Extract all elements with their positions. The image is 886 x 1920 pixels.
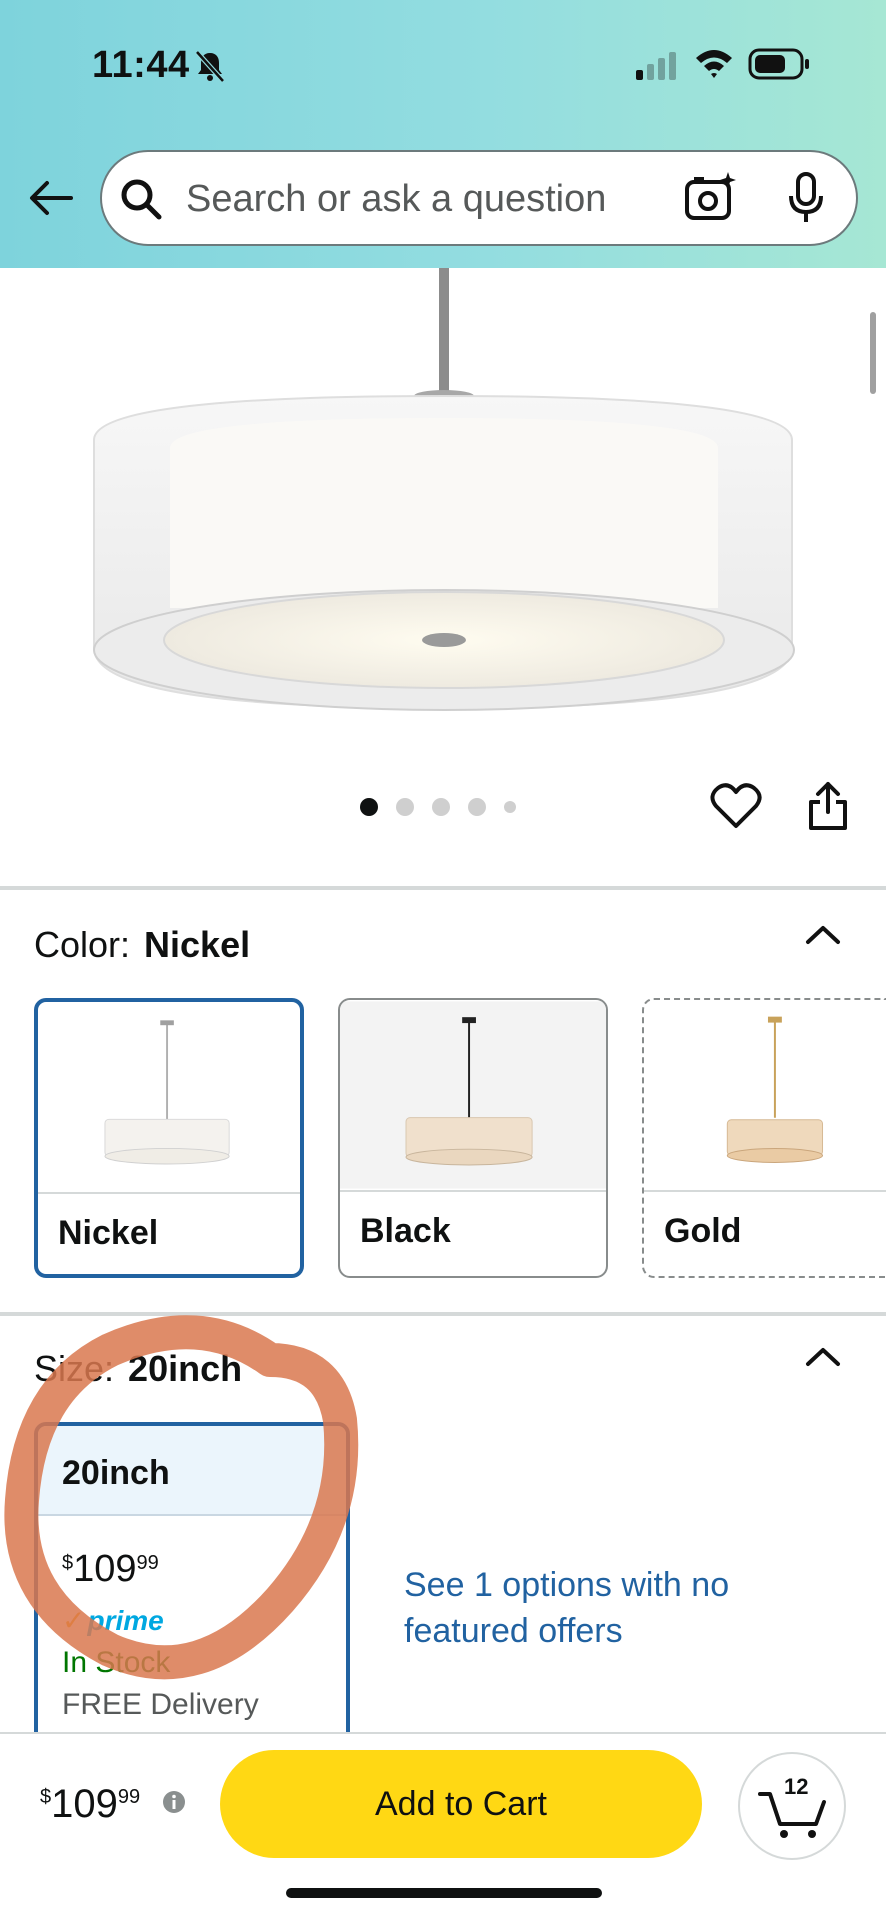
color-option-nickel[interactable]: Nickel [34,998,304,1278]
color-label: Color: Nickel [34,924,251,965]
cart-button[interactable] [738,1752,846,1860]
status-time: 11:44 [92,44,190,86]
back-button[interactable] [22,170,78,226]
size-option-price: $10999 [62,1548,159,1590]
color-option-label: Black [360,1212,451,1250]
prime-badge: ✓prime [62,1605,164,1636]
gold-lamp-thumbnail [726,1016,824,1163]
delivery-text: FREE Delivery [62,1688,259,1721]
scrollbar[interactable] [870,312,876,394]
image-pagination[interactable] [360,798,516,816]
checkmark-icon: ✓ [62,1605,86,1636]
nickel-lamp-thumbnail [104,1020,230,1165]
divider [38,1192,300,1194]
size-selected-value: 20inch [128,1348,243,1389]
microphone-icon[interactable] [786,170,826,226]
bottom-price: $10999 [40,1782,141,1826]
search-icon [121,179,162,220]
search-placeholder[interactable]: Search or ask a question [186,176,606,222]
wifi-icon [696,50,732,78]
divider [0,886,886,890]
heart-icon[interactable] [710,782,762,830]
cart-icon [758,1792,826,1838]
color-option-label: Gold [664,1212,742,1250]
color-option-label: Nickel [58,1214,159,1252]
size-label: Size: 20inch [34,1348,243,1389]
color-selected-value: Nickel [144,924,251,965]
black-lamp-thumbnail [340,1001,606,1189]
add-to-cart-button[interactable]: Add to Cart [220,1750,702,1858]
camera-search-icon[interactable] [682,170,738,226]
signal-icon [636,52,676,80]
pagination-dot[interactable] [396,798,414,816]
color-option-gold[interactable]: Gold [642,998,886,1278]
chevron-up-icon[interactable] [800,1340,846,1370]
pagination-dot[interactable] [468,798,486,816]
share-icon[interactable] [806,780,850,832]
pagination-dot[interactable] [504,801,516,813]
arrow-left-icon [30,181,73,215]
home-indicator[interactable] [286,1888,602,1898]
color-option-black[interactable]: Black [338,998,608,1278]
pagination-dot[interactable] [432,798,450,816]
product-image[interactable] [0,268,886,748]
bell-muted-icon [195,50,225,83]
chevron-up-icon[interactable] [800,918,846,948]
size-option-title: 20inch [62,1454,170,1492]
divider [0,1312,886,1316]
info-icon[interactable] [162,1790,186,1814]
battery-icon [748,48,809,80]
see-options-link[interactable]: See 1 options with no featured offers [404,1562,784,1654]
cart-count: 12 [784,1774,809,1799]
divider [644,1190,886,1192]
stock-status: In Stock [62,1646,171,1679]
divider [340,1190,606,1192]
pagination-dot[interactable] [360,798,378,816]
